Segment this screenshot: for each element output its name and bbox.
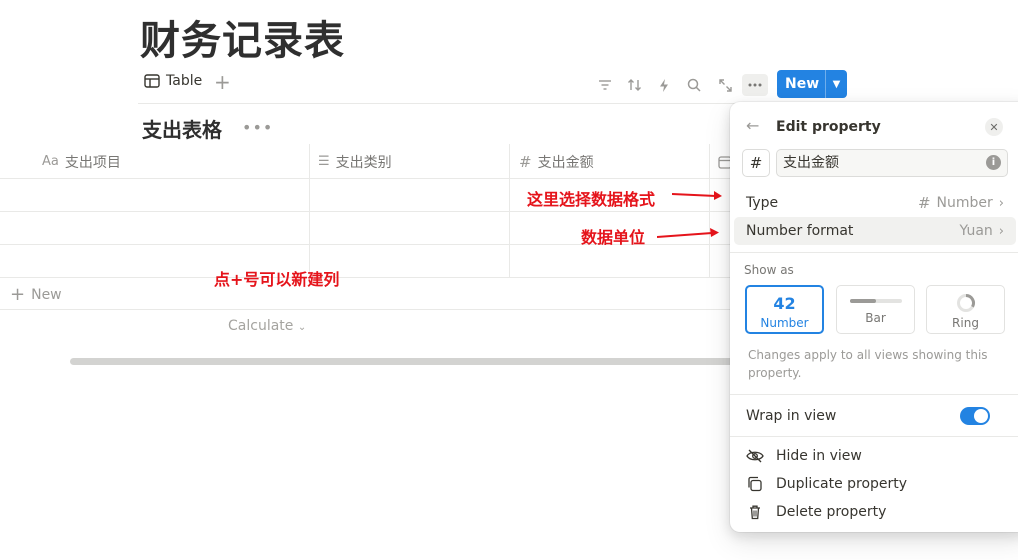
page-title: 财务记录表 <box>140 18 345 64</box>
number-format-label: Number format <box>746 223 854 239</box>
property-type-icon[interactable]: # <box>742 149 770 177</box>
column-header-category[interactable]: ☰ 支出类别 <box>318 144 392 179</box>
wrap-in-view-row[interactable]: Wrap in view <box>734 402 1016 430</box>
divider <box>730 252 1018 253</box>
calculate-dropdown[interactable]: Calculate ⌄ <box>228 318 306 334</box>
divider <box>730 436 1018 437</box>
row-divider <box>0 309 740 310</box>
show-as-ring-option[interactable]: Ring <box>926 285 1005 334</box>
wrap-in-view-label: Wrap in view <box>746 408 837 424</box>
annotation-select-format: 这里选择数据格式 <box>527 190 656 209</box>
ring-preview-icon <box>956 293 976 313</box>
column-header-label: 支出类别 <box>335 154 392 171</box>
tab-table[interactable]: Table <box>144 73 202 89</box>
tab-table-label: Table <box>166 73 203 89</box>
divider <box>730 394 1018 395</box>
show-as-number-label: Number <box>760 316 809 330</box>
add-row-label: New <box>31 286 62 303</box>
chevron-down-icon: ⌄ <box>297 322 307 333</box>
number-format-row[interactable]: Number format Yuan › <box>734 217 1016 245</box>
bar-preview-icon <box>849 299 902 303</box>
sort-icon[interactable] <box>623 74 647 96</box>
calculate-label: Calculate <box>228 318 294 334</box>
close-icon[interactable]: ✕ <box>985 118 1003 136</box>
back-arrow-icon[interactable]: ← <box>746 116 759 135</box>
delete-property-action[interactable]: Delete property <box>746 504 886 520</box>
wrap-in-view-toggle[interactable] <box>960 407 990 425</box>
hide-in-view-label: Hide in view <box>776 448 862 464</box>
column-header-item[interactable]: Aa 支出项目 <box>42 144 121 179</box>
number-sample: 42 <box>773 294 796 313</box>
panel-title: Edit property <box>776 119 881 135</box>
eye-off-icon <box>746 449 764 463</box>
table-header: Aa 支出项目 ☰ 支出类别 # 支出金额 <box>0 144 740 179</box>
duplicate-property-label: Duplicate property <box>776 476 908 492</box>
new-button[interactable]: New ▼ <box>777 70 847 98</box>
view-bar: Table + New ▼ <box>138 68 1018 104</box>
type-label: Type <box>746 195 779 211</box>
hide-in-view-action[interactable]: Hide in view <box>746 448 862 464</box>
number-format-value: Yuan <box>959 223 993 239</box>
database-title[interactable]: 支出表格 <box>142 114 222 143</box>
number-property-icon: # <box>519 152 532 171</box>
new-button-label: New <box>785 76 820 92</box>
column-header-label: 支出项目 <box>64 154 121 171</box>
chevron-right-icon: › <box>998 195 1004 211</box>
trash-icon <box>746 504 764 520</box>
horizontal-scrollbar[interactable] <box>70 358 750 365</box>
list-property-icon: ☰ <box>318 154 330 169</box>
annotation-add-column: 点+号可以新建列 <box>214 270 340 289</box>
table-row[interactable] <box>0 277 740 278</box>
database-more-button[interactable]: ••• <box>242 118 273 137</box>
type-value: Number <box>936 195 993 211</box>
show-as-ring-label: Ring <box>952 316 979 330</box>
more-icon[interactable] <box>742 74 768 96</box>
show-as-note: Changes apply to all views showing this … <box>748 348 988 380</box>
column-header-amount[interactable]: # 支出金额 <box>519 144 594 179</box>
text-property-icon: Aa <box>42 154 59 169</box>
property-name-input[interactable]: 支出金额 <box>776 149 1008 177</box>
chevron-down-icon[interactable]: ▼ <box>826 79 847 90</box>
show-as-bar-option[interactable]: Bar <box>836 285 915 334</box>
show-as-label: Show as <box>744 263 794 277</box>
duplicate-property-action[interactable]: Duplicate property <box>746 476 907 492</box>
table-icon <box>144 74 160 88</box>
show-as-number-option[interactable]: 42 Number <box>745 285 824 334</box>
delete-property-label: Delete property <box>776 504 887 520</box>
add-view-button[interactable]: + <box>214 71 231 93</box>
duplicate-icon <box>746 476 764 492</box>
search-icon[interactable] <box>682 74 706 96</box>
filter-icon[interactable] <box>593 74 617 96</box>
add-row-button[interactable]: + New <box>10 284 62 305</box>
automation-bolt-icon[interactable] <box>652 74 676 96</box>
show-as-bar-label: Bar <box>865 311 886 325</box>
edit-property-panel: ← Edit property ✕ # 支出金额 i Type # Number… <box>730 102 1018 532</box>
expand-icon[interactable] <box>713 74 737 96</box>
annotation-arrow <box>672 191 722 200</box>
annotation-arrow <box>657 228 719 238</box>
table-row[interactable] <box>0 211 740 212</box>
column-header-label: 支出金额 <box>537 154 594 171</box>
plus-icon: + <box>10 284 26 305</box>
number-type-icon: # <box>917 194 931 212</box>
type-row[interactable]: Type # Number › <box>734 189 1016 217</box>
info-icon[interactable]: i <box>986 155 1001 170</box>
chevron-right-icon: › <box>998 223 1004 239</box>
annotation-unit: 数据单位 <box>581 228 646 247</box>
